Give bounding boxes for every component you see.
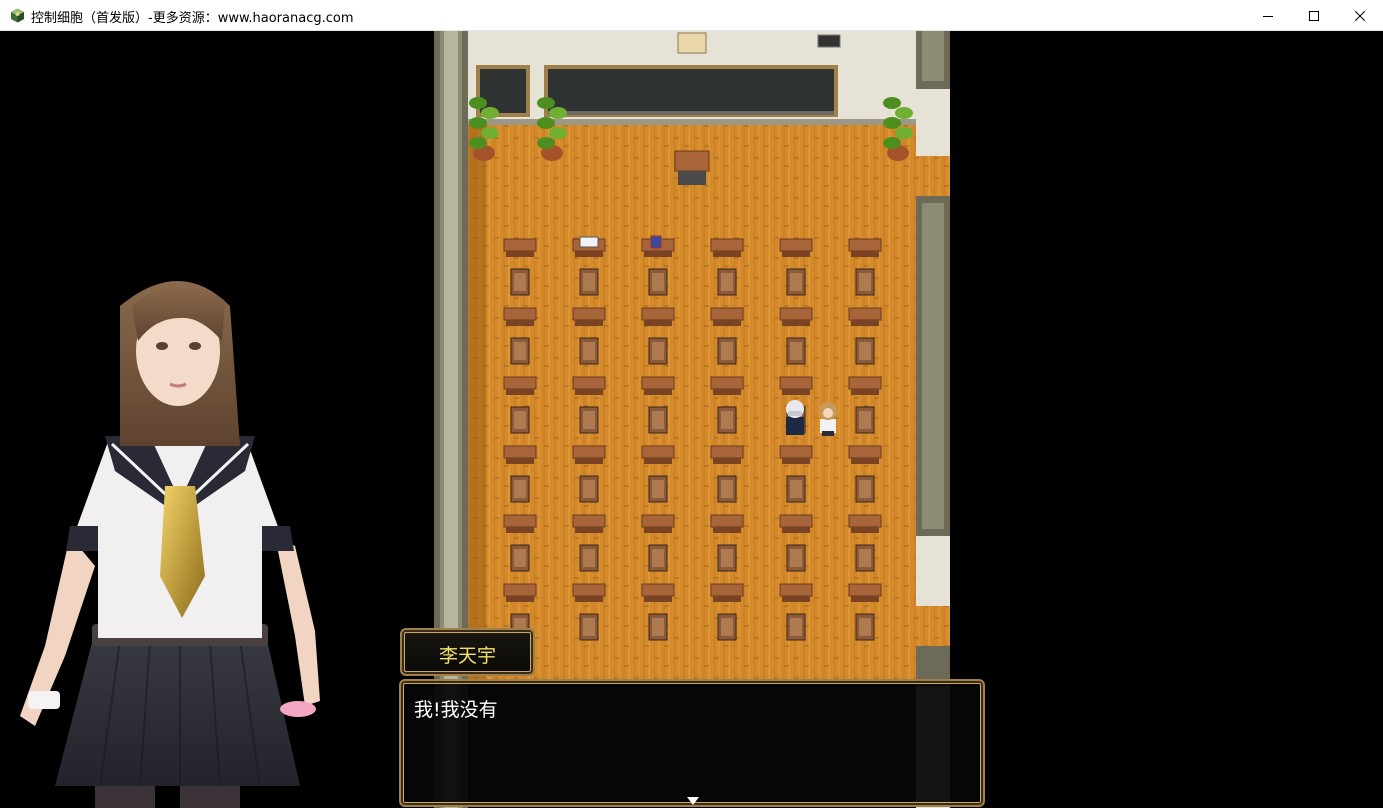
maximize-button[interactable] <box>1291 0 1337 31</box>
schoolgirl-character[interactable] <box>819 402 837 436</box>
right-pillar-top-panel <box>922 31 944 81</box>
window-title: 控制细胞（首发版）-更多资源：www.haoranacg.com <box>31 11 354 26</box>
minimize-icon <box>1263 15 1273 17</box>
chalk-tray <box>548 111 834 115</box>
floor-shadow <box>468 125 486 680</box>
close-icon <box>1355 10 1365 21</box>
teacher-desk[interactable] <box>674 150 710 172</box>
minimize-button[interactable] <box>1245 0 1291 31</box>
book-icon[interactable] <box>579 236 599 248</box>
door-panel <box>922 203 944 529</box>
dialogue-box[interactable]: 我!我没有 <box>399 679 985 807</box>
wall-baseboard <box>468 119 916 125</box>
teacher-chair <box>678 171 706 185</box>
right-floor-gap-top <box>916 156 950 196</box>
game-cube-icon <box>10 8 25 23</box>
maximize-icon <box>1309 10 1319 21</box>
dialogue-message: 我!我没有 <box>414 699 498 721</box>
window-titlebar: 控制细胞（首发版）-更多资源：www.haoranacg.com <box>0 0 1383 31</box>
speaker-name-box: 李天宇 <box>400 628 535 676</box>
wooden-floor <box>468 125 916 680</box>
speaker-name: 李天宇 <box>438 645 496 667</box>
close-button[interactable] <box>1337 0 1383 31</box>
character-portrait <box>20 281 320 808</box>
player-character[interactable] <box>786 400 804 435</box>
speaker-icon <box>817 34 841 48</box>
bag-icon[interactable] <box>650 235 662 249</box>
right-floor-gap-bottom <box>916 606 950 646</box>
game-viewport[interactable]: 李天宇 我!我没有 <box>0 31 1383 808</box>
blackboard <box>548 69 834 113</box>
small-board <box>480 69 526 113</box>
calendar-icon <box>677 32 707 54</box>
down-triangle-icon[interactable] <box>687 797 699 805</box>
